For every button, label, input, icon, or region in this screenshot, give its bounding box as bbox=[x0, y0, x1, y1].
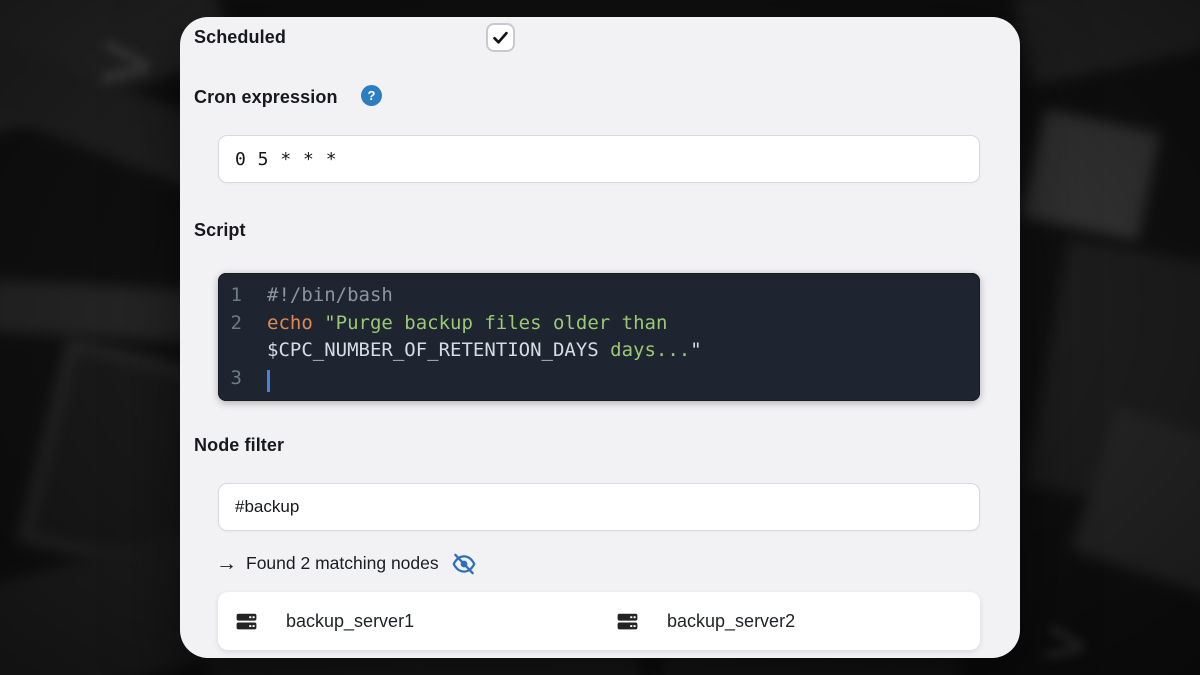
scheduled-label: Scheduled bbox=[194, 27, 286, 48]
code-text bbox=[267, 365, 966, 393]
check-icon bbox=[491, 28, 510, 47]
node-filter-label: Node filter bbox=[194, 435, 284, 456]
schedule-form-card: Scheduled Cron expression ? Script 1 #!/b… bbox=[180, 17, 1020, 658]
script-editor[interactable]: 1 #!/bin/bash 2 echo "Purge backup files ol… bbox=[218, 273, 980, 401]
line-number: 1 bbox=[218, 282, 242, 310]
code-text: echo "Purge backup files older than $CPC… bbox=[267, 310, 966, 365]
code-line: 3 bbox=[218, 365, 966, 393]
server-icon bbox=[615, 609, 640, 634]
help-icon[interactable]: ? bbox=[361, 85, 382, 106]
code-line: 1 #!/bin/bash bbox=[218, 282, 966, 310]
scheduled-checkbox[interactable] bbox=[486, 23, 515, 52]
screen: > > Scheduled Cron expression ? Script 1… bbox=[0, 0, 1200, 675]
cron-expression-input[interactable] bbox=[218, 135, 980, 183]
node-name: backup_server2 bbox=[667, 611, 795, 632]
match-result-row: → Found 2 matching nodes bbox=[216, 550, 478, 577]
code-text: #!/bin/bash bbox=[267, 282, 966, 310]
matching-nodes-panel: backup_server1 backup_server2 bbox=[218, 592, 980, 650]
node-name: backup_server1 bbox=[286, 611, 414, 632]
text-cursor bbox=[267, 370, 270, 392]
node-filter-input[interactable] bbox=[218, 483, 980, 531]
match-result-text: Found 2 matching nodes bbox=[246, 553, 439, 574]
arrow-right-icon: → bbox=[216, 553, 237, 574]
cron-expression-label: Cron expression bbox=[194, 87, 338, 108]
node-item[interactable]: backup_server1 bbox=[218, 609, 599, 634]
line-number: 3 bbox=[218, 365, 242, 393]
node-item[interactable]: backup_server2 bbox=[599, 609, 980, 634]
server-icon bbox=[234, 609, 259, 634]
line-number: 2 bbox=[218, 310, 242, 338]
code-line: 2 echo "Purge backup files older than $CP… bbox=[218, 310, 966, 365]
script-label: Script bbox=[194, 220, 246, 241]
eye-off-icon[interactable] bbox=[451, 550, 478, 577]
